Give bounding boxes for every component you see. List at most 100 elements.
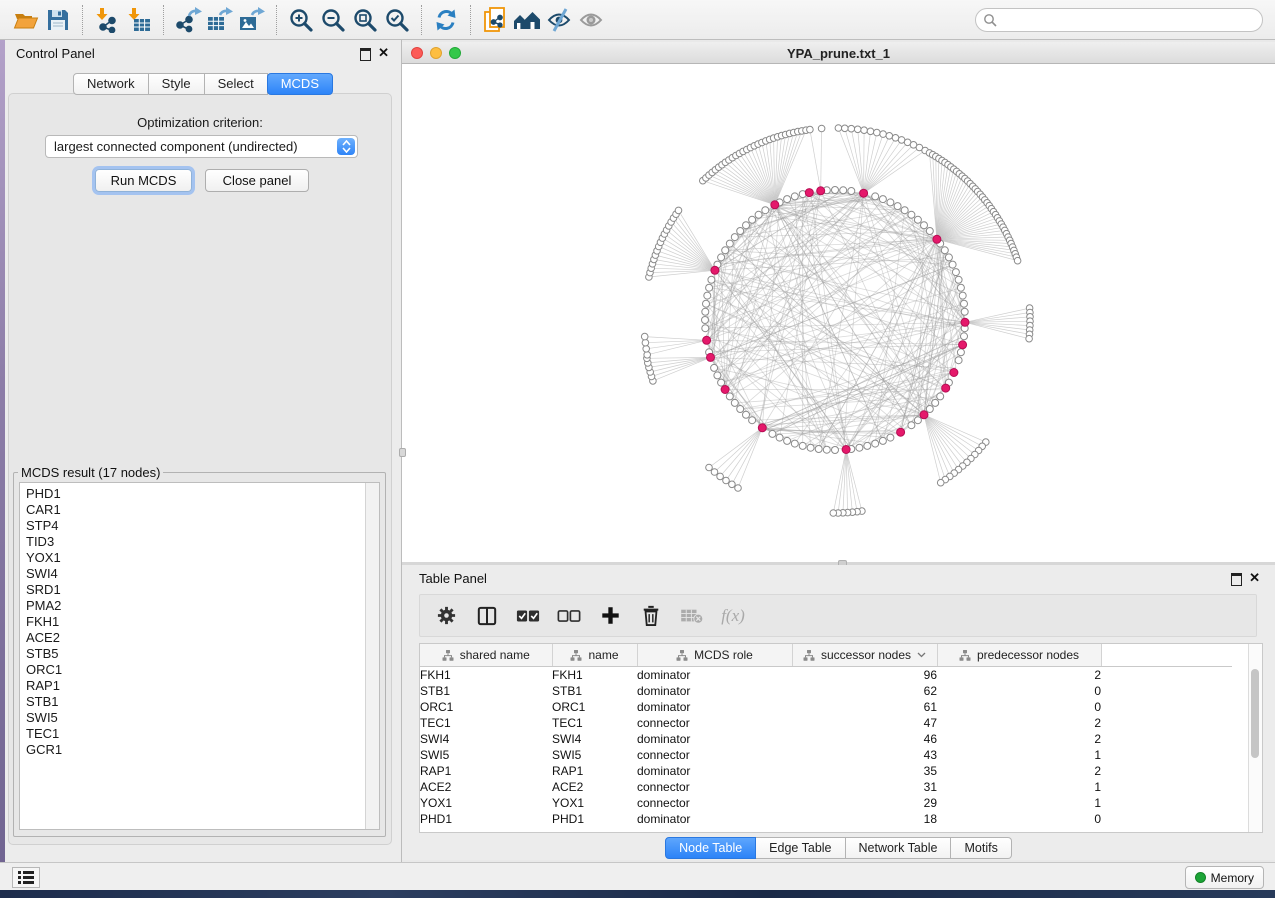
list-item[interactable]: FKH1	[26, 614, 363, 630]
satellite-node[interactable]	[861, 127, 868, 134]
mcds-hub-node[interactable]	[933, 235, 941, 243]
satellite-node[interactable]	[711, 469, 718, 476]
share-document-button[interactable]	[479, 4, 511, 36]
satellite-node[interactable]	[644, 352, 651, 359]
mcds-hub-node[interactable]	[805, 189, 813, 197]
show-graphics-details-button[interactable]	[575, 4, 607, 36]
network-node[interactable]	[957, 349, 964, 356]
network-graph[interactable]	[402, 64, 1275, 562]
export-table-button[interactable]	[204, 4, 236, 36]
zoom-selected-button[interactable]	[381, 4, 413, 36]
mcds-hub-node[interactable]	[711, 266, 719, 274]
network-node[interactable]	[776, 434, 783, 441]
network-node[interactable]	[718, 254, 725, 261]
import-network-button[interactable]	[91, 4, 123, 36]
network-node[interactable]	[957, 284, 964, 291]
satellite-node[interactable]	[641, 333, 648, 340]
network-node[interactable]	[961, 300, 968, 307]
network-node[interactable]	[908, 422, 915, 429]
column-header[interactable]: predecessor nodes	[937, 644, 1101, 667]
close-panel-icon[interactable]: ✕	[1249, 571, 1260, 584]
satellite-node[interactable]	[706, 464, 713, 471]
network-node[interactable]	[791, 440, 798, 447]
table-row[interactable]: ACE2ACE2connector311	[420, 779, 1232, 795]
mcds-hub-node[interactable]	[950, 369, 958, 377]
mcds-list-scrollbar[interactable]	[365, 483, 379, 829]
network-view[interactable]	[402, 64, 1275, 562]
table-row[interactable]: RAP1RAP1dominator352	[420, 763, 1232, 779]
mcds-hub-node[interactable]	[959, 341, 967, 349]
network-node[interactable]	[856, 444, 863, 451]
mcds-hub-node[interactable]	[942, 384, 950, 392]
network-node[interactable]	[704, 292, 711, 299]
network-node[interactable]	[791, 193, 798, 200]
satellite-node[interactable]	[729, 481, 736, 488]
tab-style[interactable]: Style	[149, 73, 205, 95]
satellite-node[interactable]	[717, 473, 724, 480]
satellite-node[interactable]	[807, 126, 814, 133]
memory-button[interactable]: Memory	[1185, 866, 1264, 889]
mcds-hub-node[interactable]	[758, 424, 766, 432]
network-node[interactable]	[726, 240, 733, 247]
satellite-node[interactable]	[1026, 335, 1033, 342]
satellite-node[interactable]	[830, 510, 837, 517]
mcds-hub-node[interactable]	[703, 336, 711, 344]
table-row[interactable]: SWI5SWI5connector431	[420, 747, 1232, 763]
satellite-node[interactable]	[735, 485, 742, 492]
network-node[interactable]	[799, 442, 806, 449]
mcds-hub-node[interactable]	[860, 189, 868, 197]
list-item[interactable]: SWI4	[26, 566, 363, 582]
list-item[interactable]: GCR1	[26, 742, 363, 758]
zoom-fit-button[interactable]	[349, 4, 381, 36]
list-item[interactable]: TID3	[26, 534, 363, 550]
network-node[interactable]	[872, 440, 879, 447]
list-item[interactable]: STB1	[26, 694, 363, 710]
network-node[interactable]	[722, 247, 729, 254]
column-header[interactable]: successor nodes	[792, 644, 937, 667]
network-node[interactable]	[955, 276, 962, 283]
network-node[interactable]	[743, 222, 750, 229]
show-column-panel-button[interactable]	[475, 604, 499, 628]
tab-node-table[interactable]: Node Table	[665, 837, 756, 859]
satellite-node[interactable]	[723, 477, 730, 484]
network-node[interactable]	[703, 300, 710, 307]
satellite-node[interactable]	[886, 133, 893, 140]
network-node[interactable]	[941, 247, 948, 254]
column-header[interactable]: MCDS role	[637, 644, 792, 667]
list-item[interactable]: SRD1	[26, 582, 363, 598]
network-node[interactable]	[755, 211, 762, 218]
network-node[interactable]	[784, 196, 791, 203]
mcds-hub-node[interactable]	[771, 201, 779, 209]
table-row[interactable]: PHD1PHD1dominator180	[420, 811, 1232, 827]
network-overview-button[interactable]	[511, 4, 543, 36]
network-node[interactable]	[921, 222, 928, 229]
network-node[interactable]	[714, 372, 721, 379]
import-table-button[interactable]	[123, 4, 155, 36]
network-node[interactable]	[762, 207, 769, 214]
select-all-button[interactable]	[516, 604, 540, 628]
tab-network[interactable]: Network	[73, 73, 149, 95]
network-node[interactable]	[932, 399, 939, 406]
network-node[interactable]	[708, 276, 715, 283]
tab-select[interactable]: Select	[205, 73, 268, 95]
network-node[interactable]	[840, 187, 847, 194]
list-item[interactable]: STP4	[26, 518, 363, 534]
list-item[interactable]: ORC1	[26, 662, 363, 678]
satellite-node[interactable]	[880, 131, 887, 138]
network-node[interactable]	[737, 228, 744, 235]
column-header[interactable]: shared name	[420, 644, 552, 667]
task-history-button[interactable]	[12, 867, 40, 888]
list-item[interactable]: STB5	[26, 646, 363, 662]
network-node[interactable]	[952, 269, 959, 276]
float-panel-icon[interactable]	[1231, 573, 1242, 586]
network-node[interactable]	[864, 442, 871, 449]
satellite-node[interactable]	[675, 207, 682, 214]
deselect-all-button[interactable]	[557, 604, 581, 628]
satellite-node[interactable]	[874, 129, 881, 136]
satellite-node[interactable]	[643, 346, 650, 353]
column-header[interactable]: name	[552, 644, 637, 667]
table-row[interactable]: YOX1YOX1connector291	[420, 795, 1232, 811]
network-node[interactable]	[949, 261, 956, 268]
network-node[interactable]	[726, 393, 733, 400]
list-item[interactable]: TEC1	[26, 726, 363, 742]
